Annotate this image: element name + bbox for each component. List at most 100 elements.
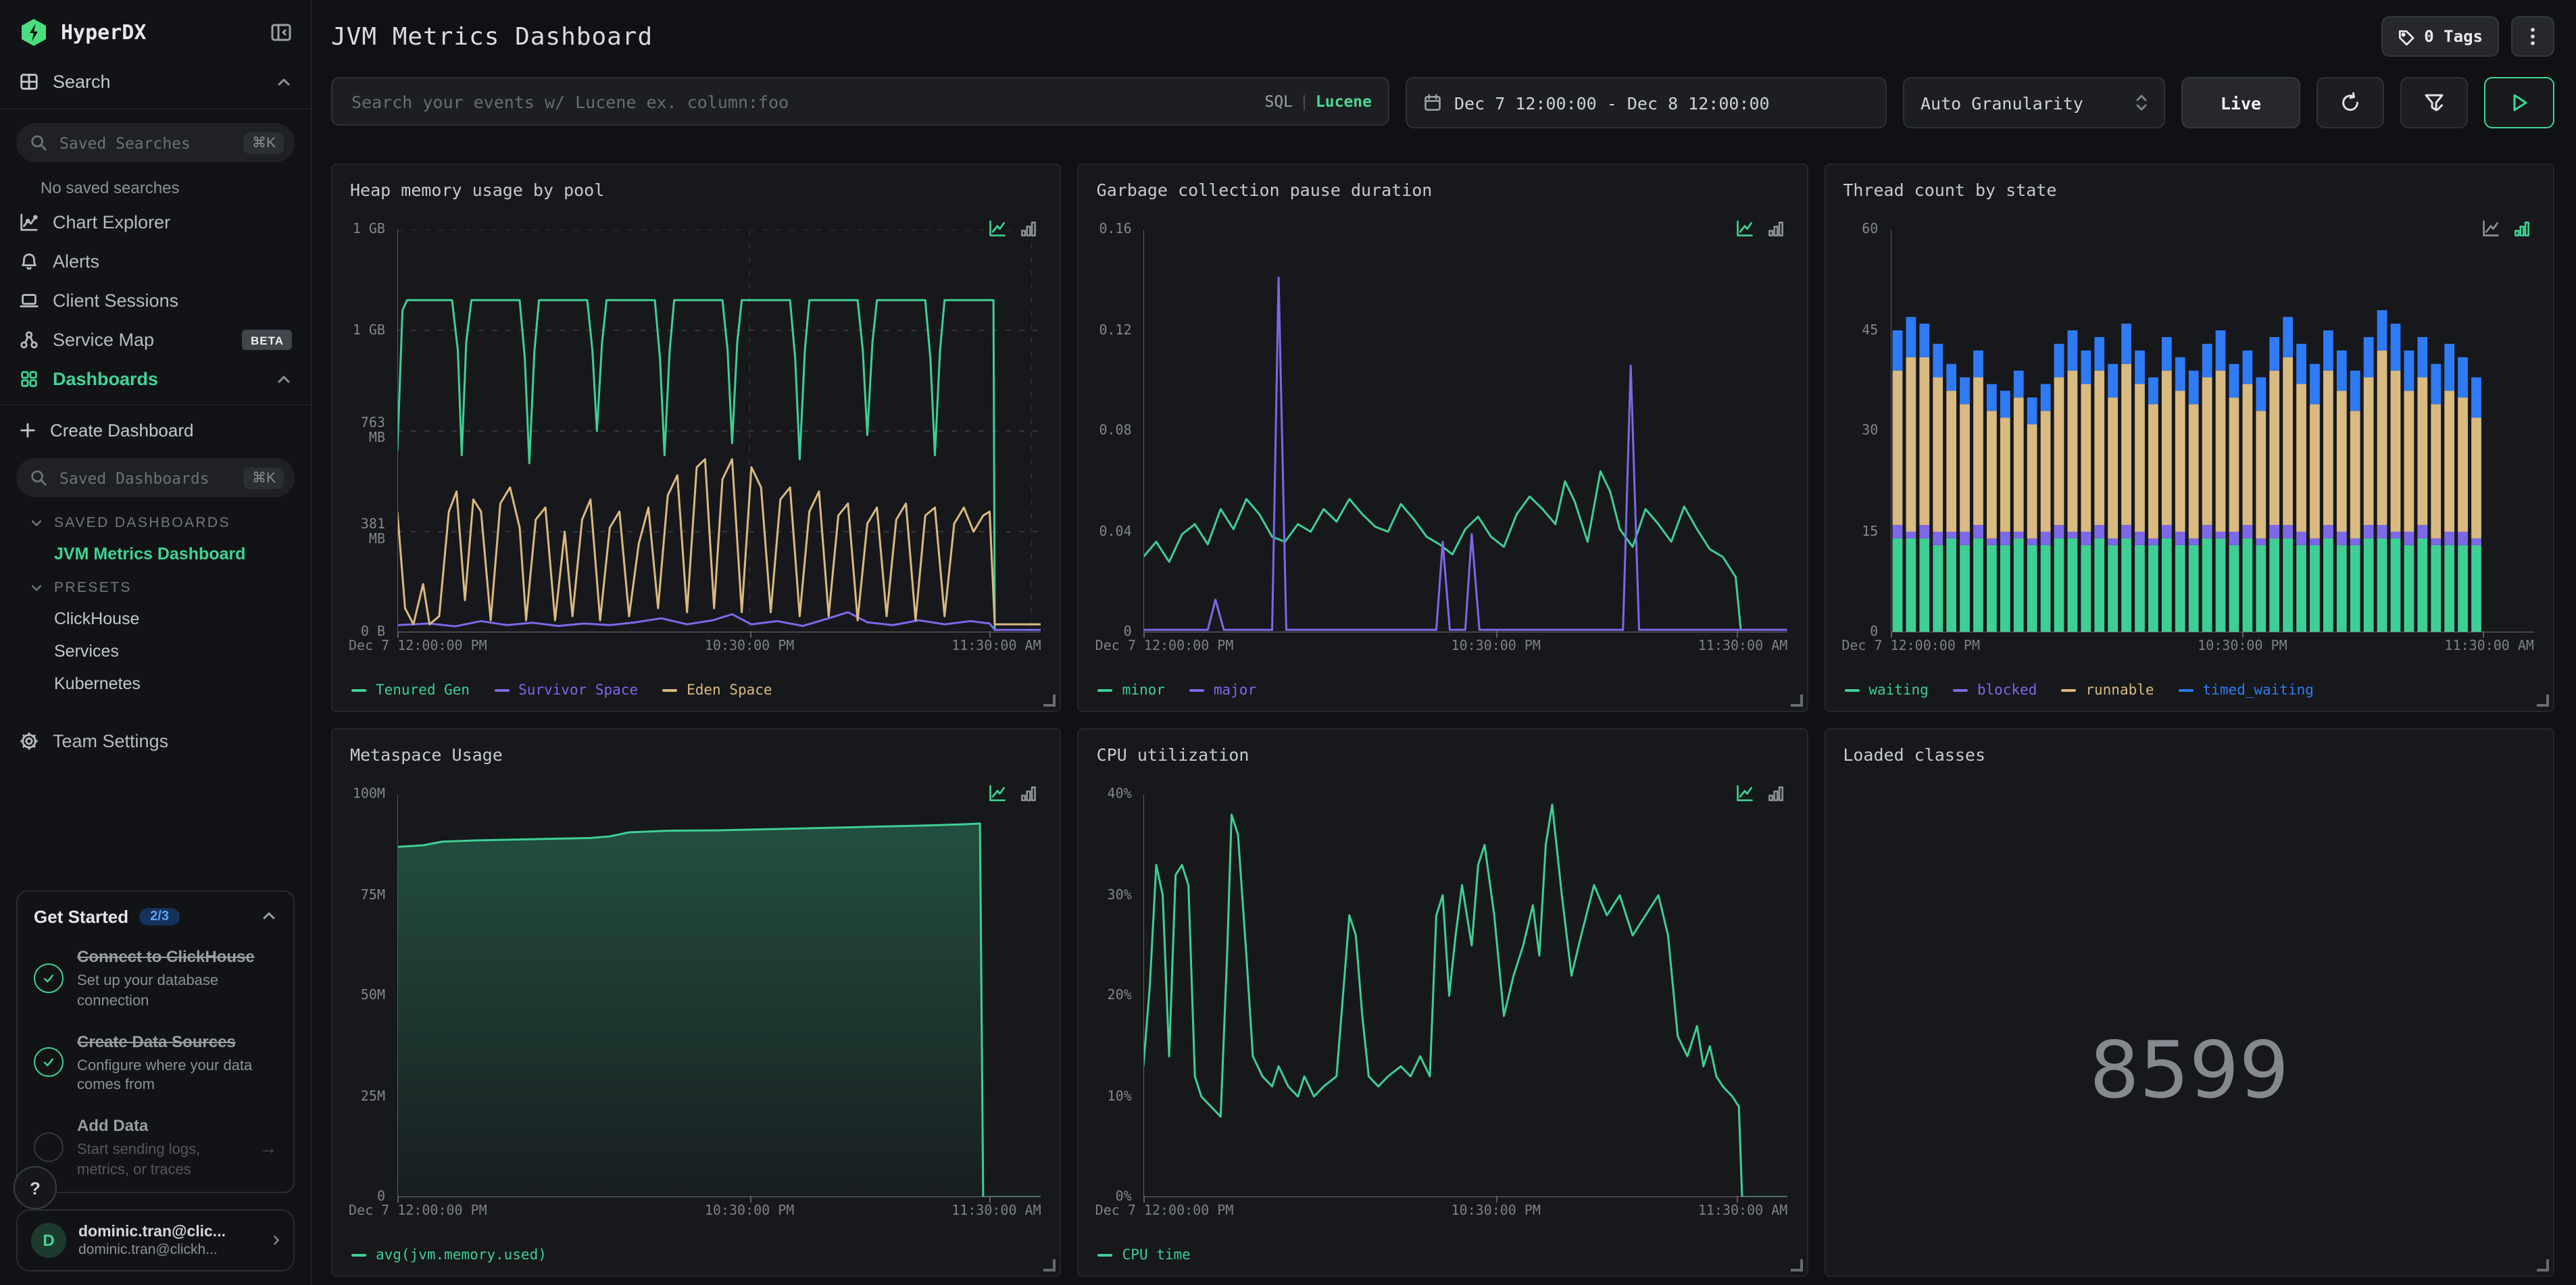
chart-canvas[interactable] [397, 230, 1041, 632]
sidebar-item-chart-explorer[interactable]: Chart Explorer [0, 203, 311, 242]
legend-item[interactable]: runnable [2061, 682, 2154, 699]
sidebar-item-label: Alerts [53, 251, 100, 272]
chart-canvas[interactable] [1890, 230, 2534, 632]
sidebar-item-alerts[interactable]: Alerts [0, 242, 311, 281]
legend-item[interactable]: Tenured Gen [351, 682, 470, 699]
create-dashboard-button[interactable]: Create Dashboard [0, 411, 311, 450]
preset-link-clickhouse[interactable]: ClickHouse [0, 603, 311, 635]
saved-dashboards-section[interactable]: SAVED DASHBOARDS [0, 505, 311, 538]
legend-item[interactable]: Eden Space [662, 682, 772, 699]
legend-swatch [2061, 689, 2077, 692]
saved-dashboards-input[interactable] [57, 467, 234, 488]
sidebar-item-label: Client Sessions [53, 291, 179, 311]
sidebar-item-client-sessions[interactable]: Client Sessions [0, 281, 311, 320]
separator: | [1299, 92, 1309, 111]
get-started-step-add-data[interactable]: Add Data Start sending logs, metrics, or… [34, 1114, 277, 1181]
y-tick-label: 40% [1107, 787, 1132, 802]
run-query-button[interactable] [2484, 77, 2554, 128]
y-tick-label: 10% [1107, 1089, 1132, 1104]
tags-button[interactable]: 0 Tags [2381, 16, 2499, 57]
chart-title: CPU utilization [1096, 745, 1249, 765]
sidebar-item-search[interactable]: Search [0, 61, 311, 103]
date-range-picker[interactable]: Dec 7 12:00:00 - Dec 8 12:00:00 [1406, 77, 1887, 128]
y-tick-label: 60 [1862, 222, 1879, 237]
line-chart-icon[interactable] [1735, 784, 1754, 803]
legend-item[interactable]: waiting [1844, 682, 1929, 699]
resize-handle[interactable] [1790, 695, 1803, 707]
chart-area: 60 45 30 15 0 Dec 7 12:00:00 PM 10:30:00 PM 11… [1839, 222, 2537, 654]
filter-button[interactable] [2400, 77, 2468, 128]
x-tick-label: 11:30:00 AM [951, 1204, 1041, 1219]
get-started-step-connect[interactable]: Connect to ClickHouse Set up your databa… [34, 944, 277, 1011]
get-started-step-sources[interactable]: Create Data Sources Configure where your… [34, 1029, 277, 1096]
line-chart-icon[interactable] [1735, 219, 1754, 238]
chevron-up-icon[interactable] [261, 909, 277, 925]
chart-canvas[interactable] [1144, 230, 1788, 632]
more-menu-button[interactable] [2511, 16, 2554, 57]
chevron-down-icon [31, 585, 42, 591]
legend-item[interactable]: major [1189, 682, 1256, 699]
sidebar-item-dashboards[interactable]: Dashboards [0, 359, 311, 399]
bell-icon [22, 253, 36, 270]
x-tick-label: 10:30:00 PM [1451, 639, 1541, 654]
help-button[interactable]: ? [14, 1166, 57, 1209]
resize-handle[interactable] [1043, 1259, 1056, 1271]
bar-chart-icon[interactable] [2512, 219, 2531, 238]
y-tick-label: 0 [376, 1190, 385, 1205]
chart-title: Thread count by state [1843, 180, 2057, 200]
bar-chart-icon[interactable] [1766, 219, 1785, 238]
x-tick-mark [1736, 1196, 1738, 1203]
dashboard-link-jvm-metrics[interactable]: JVM Metrics Dashboard [0, 538, 311, 570]
legend-swatch [1097, 1254, 1113, 1257]
saved-searches-input[interactable] [57, 132, 234, 153]
granularity-select[interactable]: Auto Granularity [1903, 77, 2165, 128]
collapse-sidebar-icon[interactable] [270, 22, 292, 43]
legend-item[interactable]: minor [1097, 682, 1165, 699]
legend: Tenured Gen Survivor Space Eden Space [351, 682, 772, 699]
step-desc: Set up your database connection [77, 972, 219, 1009]
live-button[interactable]: Live [2181, 77, 2300, 128]
resize-handle[interactable] [1043, 695, 1056, 707]
x-axis: Dec 7 12:00:00 PM 10:30:00 PM 11:30:00 AM [1095, 631, 1787, 655]
chart-area: 0.16 0.12 0.08 0.04 0 Dec 7 12:00:00 PM 10:30… [1093, 222, 1791, 654]
line-chart-icon[interactable] [989, 784, 1008, 803]
section-label: SAVED DASHBOARDS [54, 515, 230, 531]
chart-canvas[interactable] [397, 795, 1041, 1197]
x-tick-mark [1495, 1196, 1497, 1203]
chart-canvas[interactable] [1144, 795, 1788, 1197]
lucene-option[interactable]: Lucene [1316, 92, 1372, 111]
sidebar-item-service-map[interactable]: Service Map BETA [0, 320, 311, 359]
saved-searches-box: ⌘K [16, 123, 295, 162]
bar-chart-icon[interactable] [1766, 784, 1785, 803]
y-tick-label: 100M [352, 787, 385, 802]
resize-handle[interactable] [2536, 1259, 2549, 1271]
line-chart-icon[interactable] [2481, 219, 2500, 238]
legend-item[interactable]: timed_waiting [2178, 682, 2314, 699]
legend-item[interactable]: blocked [1952, 682, 2037, 699]
resize-handle[interactable] [2536, 695, 2549, 707]
refresh-button[interactable] [2317, 77, 2384, 128]
presets-section[interactable]: PRESETS [0, 570, 311, 603]
chevron-up-icon[interactable] [276, 371, 292, 387]
bar-chart-icon[interactable] [1020, 219, 1039, 238]
legend-item[interactable]: avg(jvm.memory.used) [351, 1247, 547, 1263]
dashboards-icon [21, 371, 37, 387]
granularity-value: Auto Granularity [1921, 93, 2083, 113]
bar-chart-icon[interactable] [1020, 784, 1039, 803]
legend-swatch [1844, 689, 1860, 692]
sidebar-item-team-settings[interactable]: Team Settings [0, 722, 311, 761]
line-chart-icon[interactable] [989, 219, 1008, 238]
sql-option[interactable]: SQL [1264, 92, 1293, 111]
event-search-input[interactable] [349, 90, 1252, 113]
user-menu[interactable]: D dominic.tran@clic... dominic.tran@clic… [16, 1209, 295, 1271]
resize-handle[interactable] [1790, 1259, 1803, 1271]
legend-item[interactable]: Survivor Space [494, 682, 638, 699]
service-map-icon [20, 331, 38, 349]
event-search-box: SQL | Lucene [331, 77, 1389, 126]
preset-link-kubernetes[interactable]: Kubernetes [0, 667, 311, 700]
legend-item[interactable]: CPU time [1097, 1247, 1191, 1263]
query-language-toggle[interactable]: SQL | Lucene [1264, 92, 1372, 111]
chevron-up-icon[interactable] [276, 74, 292, 90]
legend-label: CPU time [1122, 1247, 1191, 1263]
preset-link-services[interactable]: Services [0, 635, 311, 667]
